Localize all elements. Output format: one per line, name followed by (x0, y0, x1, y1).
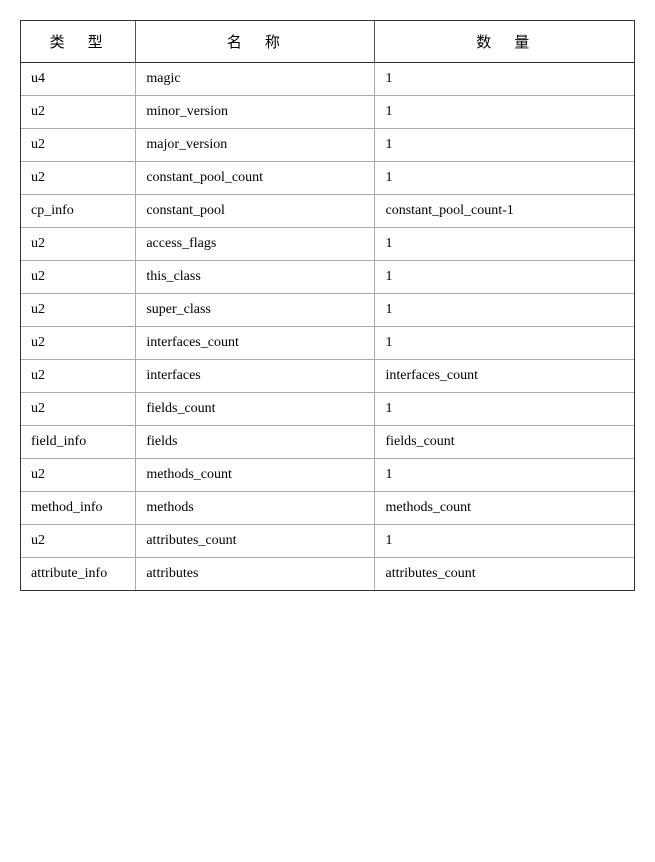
cell-type: u2 (21, 261, 136, 294)
cell-type: u2 (21, 525, 136, 558)
cell-name: this_class (136, 261, 375, 294)
cell-type: u2 (21, 294, 136, 327)
cell-type: u2 (21, 129, 136, 162)
table-row: u2super_class1 (21, 294, 634, 327)
header-name: 名 称 (136, 21, 375, 63)
cell-name: methods_count (136, 459, 375, 492)
cell-name: magic (136, 63, 375, 96)
cell-type: u2 (21, 327, 136, 360)
cell-count: 1 (375, 459, 634, 492)
cell-name: attributes_count (136, 525, 375, 558)
table-row: u2access_flags1 (21, 228, 634, 261)
table-row: field_infofieldsfields_count (21, 426, 634, 459)
cell-count: interfaces_count (375, 360, 634, 393)
cell-name: fields (136, 426, 375, 459)
cell-count: 1 (375, 162, 634, 195)
cell-type: method_info (21, 492, 136, 525)
cell-type: cp_info (21, 195, 136, 228)
cell-name: super_class (136, 294, 375, 327)
table-row: u2major_version1 (21, 129, 634, 162)
table-row: u2constant_pool_count1 (21, 162, 634, 195)
cell-count: methods_count (375, 492, 634, 525)
cell-type: u2 (21, 162, 136, 195)
table-row: u2this_class1 (21, 261, 634, 294)
cell-type: u2 (21, 228, 136, 261)
cell-type: u2 (21, 393, 136, 426)
cell-type: attribute_info (21, 558, 136, 591)
class-structure-table: 类 型 名 称 数 量 u4magic1u2minor_version1u2ma… (21, 21, 634, 590)
cell-count: fields_count (375, 426, 634, 459)
cell-name: major_version (136, 129, 375, 162)
table-header-row: 类 型 名 称 数 量 (21, 21, 634, 63)
table-row: u2attributes_count1 (21, 525, 634, 558)
table-row: u2interfaces_count1 (21, 327, 634, 360)
cell-type: u2 (21, 459, 136, 492)
cell-name: interfaces (136, 360, 375, 393)
cell-count: 1 (375, 261, 634, 294)
cell-count: 1 (375, 129, 634, 162)
cell-name: constant_pool_count (136, 162, 375, 195)
cell-type: u4 (21, 63, 136, 96)
cell-name: constant_pool (136, 195, 375, 228)
cell-name: interfaces_count (136, 327, 375, 360)
table-row: u2methods_count1 (21, 459, 634, 492)
cell-type: field_info (21, 426, 136, 459)
header-count: 数 量 (375, 21, 634, 63)
cell-name: attributes (136, 558, 375, 591)
cell-count: 1 (375, 294, 634, 327)
table-row: cp_infoconstant_poolconstant_pool_count-… (21, 195, 634, 228)
table-row: u2interfacesinterfaces_count (21, 360, 634, 393)
cell-count: 1 (375, 63, 634, 96)
cell-count: 1 (375, 393, 634, 426)
cell-count: 1 (375, 96, 634, 129)
cell-count: constant_pool_count-1 (375, 195, 634, 228)
table-row: u2fields_count1 (21, 393, 634, 426)
table-row: u4magic1 (21, 63, 634, 96)
table-row: u2minor_version1 (21, 96, 634, 129)
cell-type: u2 (21, 96, 136, 129)
cell-count: 1 (375, 228, 634, 261)
cell-name: methods (136, 492, 375, 525)
cell-count: attributes_count (375, 558, 634, 591)
cell-name: fields_count (136, 393, 375, 426)
cell-name: access_flags (136, 228, 375, 261)
table-row: attribute_infoattributesattributes_count (21, 558, 634, 591)
cell-name: minor_version (136, 96, 375, 129)
cell-type: u2 (21, 360, 136, 393)
cell-count: 1 (375, 327, 634, 360)
table-row: method_infomethodsmethods_count (21, 492, 634, 525)
header-type: 类 型 (21, 21, 136, 63)
cell-count: 1 (375, 525, 634, 558)
main-table-container: 类 型 名 称 数 量 u4magic1u2minor_version1u2ma… (20, 20, 635, 591)
